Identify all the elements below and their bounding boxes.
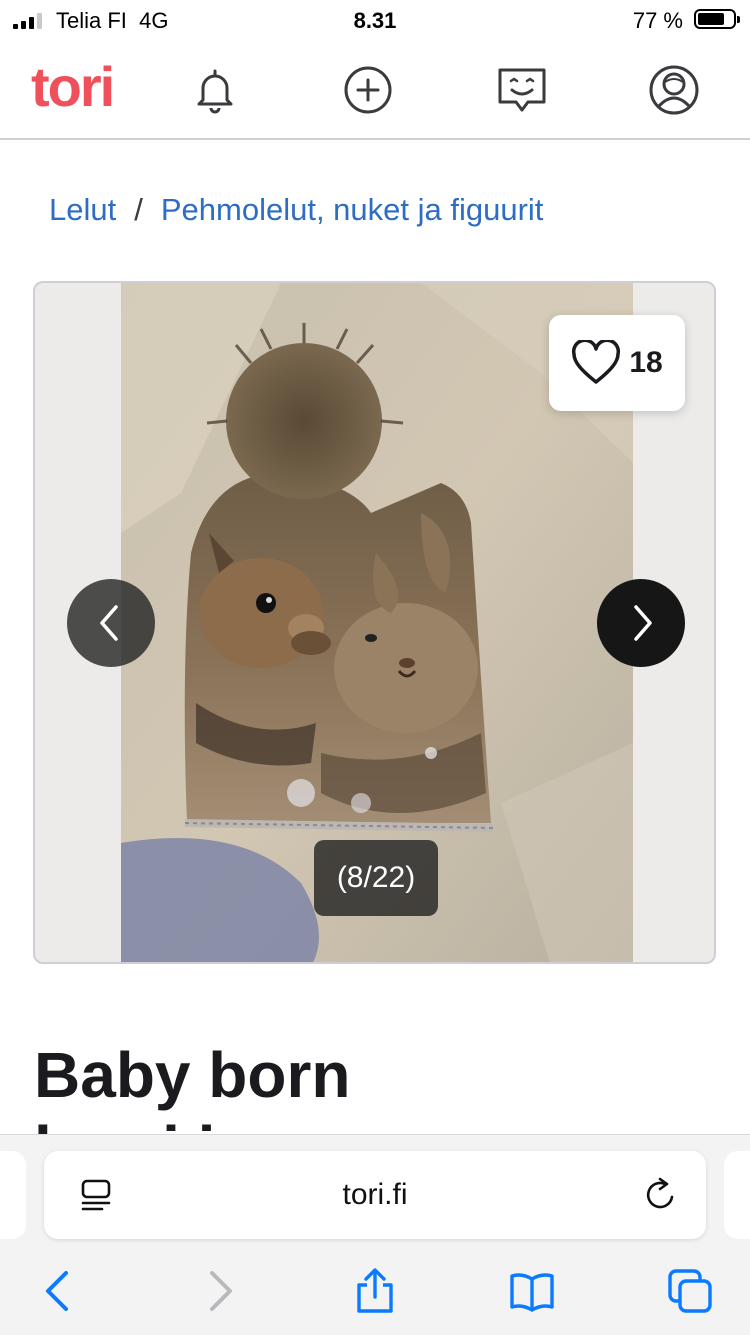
battery-icon: [694, 9, 740, 29]
image-counter: (8/22): [314, 840, 438, 916]
bookmarks-icon[interactable]: [508, 1267, 556, 1315]
heart-icon: [572, 340, 621, 384]
tabs-icon[interactable]: [666, 1267, 714, 1315]
breadcrumb-item-plush-dolls-figures[interactable]: Pehmolelut, nuket ja figuurit: [161, 192, 544, 228]
next-tab-peek[interactable]: [724, 1151, 750, 1239]
image-gallery[interactable]: 18 (8/22): [33, 281, 716, 964]
listing-title: Baby born: [34, 1039, 351, 1111]
bell-icon[interactable]: [187, 62, 243, 118]
back-icon[interactable]: [34, 1267, 82, 1315]
tori-logo[interactable]: tori: [31, 54, 115, 119]
previous-image-button[interactable]: [67, 579, 155, 667]
chevron-right-icon: [634, 605, 652, 641]
user-icon[interactable]: [646, 62, 702, 118]
chat-icon[interactable]: [494, 62, 550, 118]
status-bar: Telia FI 4G 8.31 77 %: [0, 0, 750, 44]
previous-tab-peek[interactable]: [0, 1151, 26, 1239]
listing-title-peek-text: lapsi ja: [34, 1116, 251, 1134]
reload-icon[interactable]: [641, 1175, 681, 1215]
forward-icon[interactable]: [196, 1267, 244, 1315]
favorite-count: 18: [629, 346, 663, 379]
address-bar[interactable]: tori.fi: [44, 1151, 706, 1239]
plus-circle-icon[interactable]: [340, 62, 396, 118]
share-icon[interactable]: [351, 1267, 399, 1315]
listing-title-next-line: lapsi ja: [34, 1116, 274, 1134]
site-header: tori: [0, 44, 750, 140]
battery-fill: [698, 13, 724, 25]
breadcrumb-separator: /: [134, 192, 143, 227]
battery-percent: 77 %: [632, 8, 683, 33]
breadcrumb-item-toys[interactable]: Lelut: [49, 192, 116, 228]
favorite-button[interactable]: 18: [549, 315, 685, 411]
chevron-left-icon: [100, 605, 118, 641]
url-text: tori.fi: [342, 1178, 408, 1211]
browser-bottom-bar: tori.fi: [0, 1134, 750, 1335]
breadcrumb: Lelut / Pehmolelut, nuket ja figuurit: [49, 192, 543, 228]
next-image-button[interactable]: [597, 579, 685, 667]
